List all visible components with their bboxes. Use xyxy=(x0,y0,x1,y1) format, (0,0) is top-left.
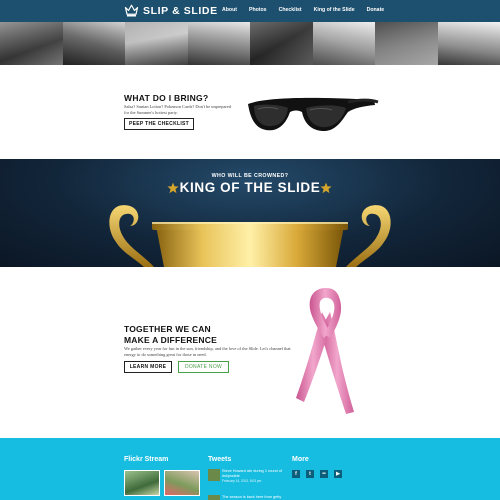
more-heading: More xyxy=(292,456,309,463)
difference-text: We gather every year for fun in the sun,… xyxy=(124,346,291,357)
tweet-avatar xyxy=(208,469,220,481)
sunglasses-image xyxy=(248,97,379,132)
crown-icon xyxy=(124,4,139,17)
bring-section: WHAT DO I BRING? Salsa? Suntan Lotion? P… xyxy=(0,65,500,159)
page: SLIP & SLIDE About Photos Checklist King… xyxy=(0,0,500,500)
header-photo xyxy=(62,22,125,65)
nav-about[interactable]: About xyxy=(222,7,237,13)
tweet-date: February 14, 2013, 8:03 pm xyxy=(222,479,262,483)
flickr-icon[interactable]: •• xyxy=(320,470,328,478)
difference-title-line2: MAKE A DIFFERENCE xyxy=(124,334,217,345)
header-photo xyxy=(0,22,63,65)
footer: Flickr Stream Tweets Steve Howard ate du… xyxy=(0,438,500,500)
header-photo xyxy=(125,22,188,65)
header-photo xyxy=(312,22,375,65)
star-icon xyxy=(320,182,332,194)
star-icon xyxy=(167,182,179,194)
nav-donate[interactable]: Donate xyxy=(367,7,385,13)
checklist-button[interactable]: PEEP THE CHECKLIST xyxy=(124,118,194,130)
twitter-icon[interactable]: t xyxy=(306,470,314,478)
tweet-avatar xyxy=(208,495,220,500)
header-photo xyxy=(375,22,438,65)
nav-king-of-the-slide[interactable]: King of the Slide xyxy=(314,7,355,13)
navbar: SLIP & SLIDE About Photos Checklist King… xyxy=(0,0,500,22)
bring-text: Salsa? Suntan Lotion? Pokemon Cards? Don… xyxy=(124,104,231,115)
flickr-photo[interactable] xyxy=(124,470,160,496)
donate-now-button[interactable]: DONATE NOW xyxy=(178,361,229,373)
youtube-icon[interactable]: ▶ xyxy=(334,470,342,478)
logo-text: SLIP & SLIDE xyxy=(143,4,218,17)
header-photo-strip xyxy=(0,22,500,65)
king-subtitle: WHO WILL BE CROWNED? xyxy=(211,173,289,179)
bring-title: WHAT DO I BRING? xyxy=(124,93,209,103)
site-logo[interactable]: SLIP & SLIDE xyxy=(124,3,218,18)
flickr-heading: Flickr Stream xyxy=(124,456,169,463)
main-nav: About Photos Checklist King of the Slide… xyxy=(222,7,396,13)
difference-title-line1: TOGETHER WE CAN xyxy=(124,324,211,334)
learn-more-button[interactable]: LEARN MORE xyxy=(124,361,172,373)
nav-checklist[interactable]: Checklist xyxy=(279,7,302,13)
facebook-icon[interactable]: f xyxy=(292,470,300,478)
nav-photos[interactable]: Photos xyxy=(249,7,267,13)
pink-ribbon-image xyxy=(296,288,354,414)
header-photo xyxy=(187,22,250,65)
trophy-image xyxy=(109,205,391,267)
header-photo xyxy=(437,22,500,65)
king-section: WHO WILL BE CROWNED? KING OF THE SLIDE xyxy=(0,159,500,267)
difference-title: TOGETHER WE CAN MAKE A DIFFERENCE xyxy=(124,324,217,345)
header-photo xyxy=(250,22,313,65)
tweets-heading: Tweets xyxy=(208,456,232,463)
tweet-text: The season is back here from getty xyxy=(222,495,282,499)
difference-section: TOGETHER WE CAN MAKE A DIFFERENCE We gat… xyxy=(0,267,500,438)
king-title: KING OF THE SLIDE xyxy=(179,180,321,195)
header: SLIP & SLIDE About Photos Checklist King… xyxy=(0,0,500,65)
flickr-photo[interactable] xyxy=(164,470,200,496)
tweet-text: Steve Howard ate during 1 round of #slip… xyxy=(222,469,282,478)
